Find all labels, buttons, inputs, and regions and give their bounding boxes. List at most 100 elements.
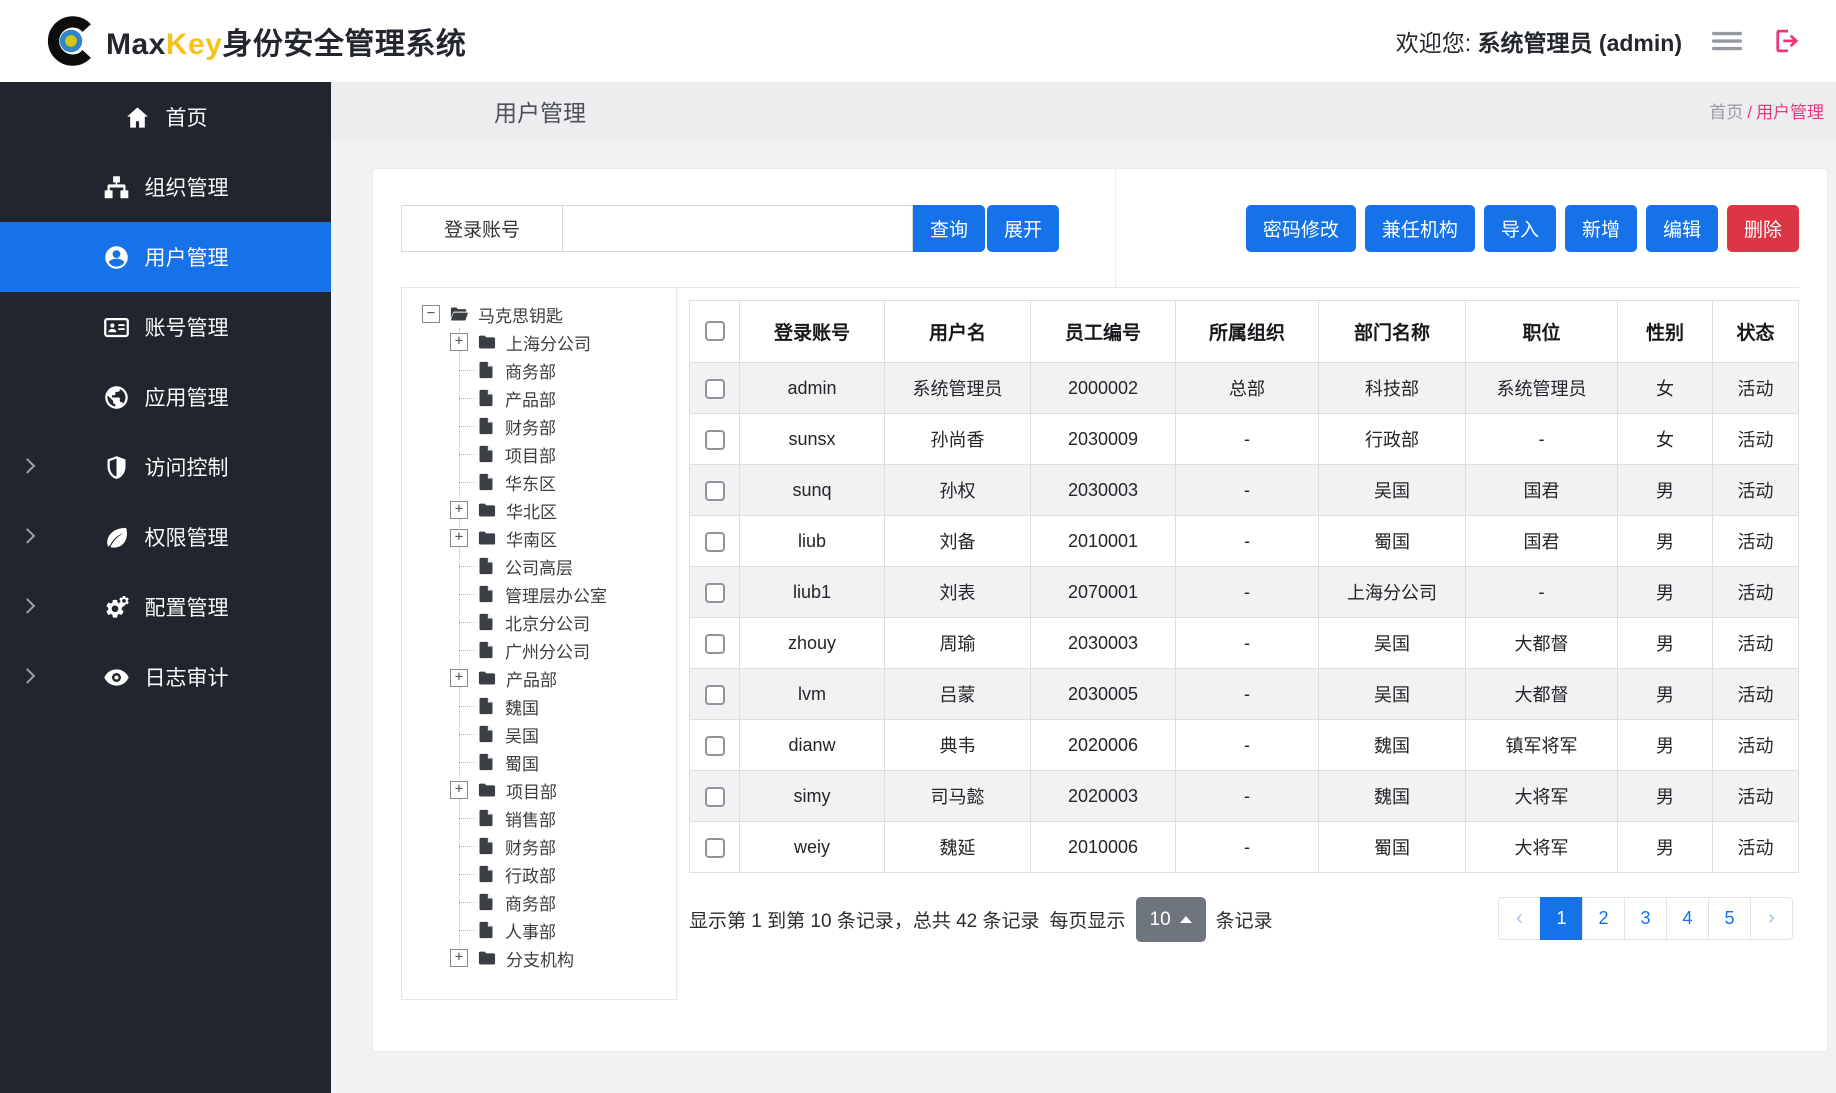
- tree-node[interactable]: 华东区: [410, 468, 668, 496]
- folder-icon: [477, 948, 497, 968]
- tree-node[interactable]: 财务部: [410, 412, 668, 440]
- sidebar-item-config[interactable]: 配置管理: [0, 572, 331, 642]
- sidebar-item-label: 账号管理: [145, 312, 229, 342]
- expand-toggle-icon[interactable]: +: [450, 501, 468, 519]
- row-select-cell: [690, 414, 740, 465]
- query-button[interactable]: 查询: [913, 205, 985, 252]
- tree-node[interactable]: 项目部: [410, 440, 668, 468]
- tree-node[interactable]: 吴国: [410, 720, 668, 748]
- row-checkbox[interactable]: [705, 685, 725, 705]
- menu-icon[interactable]: [1712, 26, 1742, 56]
- sidebar-item-label: 应用管理: [145, 382, 229, 412]
- tree-node-label: 华东区: [505, 470, 556, 495]
- row-checkbox[interactable]: [705, 430, 725, 450]
- logout-icon[interactable]: [1772, 26, 1802, 56]
- tree-node[interactable]: 产品部: [410, 384, 668, 412]
- table-cell: 2020003: [1031, 771, 1176, 822]
- pagination: ‹12345›: [1498, 897, 1793, 940]
- tree-node[interactable]: − 马克思钥匙: [410, 300, 668, 328]
- folder-icon: [477, 668, 497, 688]
- tree-node[interactable]: 行政部: [410, 860, 668, 888]
- table-cell: 2030005: [1031, 669, 1176, 720]
- row-checkbox[interactable]: [705, 634, 725, 654]
- login-account-input[interactable]: [563, 205, 913, 252]
- tree-node[interactable]: +上海分公司: [410, 328, 668, 356]
- tree-node[interactable]: 广州分公司: [410, 636, 668, 664]
- breadcrumb: 首页/用户管理: [1709, 98, 1824, 123]
- expand-toggle-icon[interactable]: +: [450, 529, 468, 547]
- row-checkbox[interactable]: [705, 736, 725, 756]
- tree-node[interactable]: 人事部: [410, 916, 668, 944]
- row-checkbox[interactable]: [705, 787, 725, 807]
- sidebar-item-home[interactable]: 首页: [0, 82, 331, 152]
- title-bar: 用户管理 首页/用户管理: [331, 82, 1836, 139]
- expand-toggle-icon[interactable]: +: [450, 669, 468, 687]
- collapse-toggle-icon[interactable]: −: [422, 305, 440, 323]
- table-head: 登录账号用户名员工编号所属组织部门名称职位性别状态: [690, 301, 1799, 363]
- row-checkbox[interactable]: [705, 532, 725, 552]
- tree-node-label: 马克思钥匙: [478, 302, 563, 327]
- home-icon: [124, 104, 151, 131]
- tree-node[interactable]: +分支机构: [410, 944, 668, 972]
- password-modify-button[interactable]: 密码修改: [1246, 205, 1356, 252]
- expand-button[interactable]: 展开: [987, 205, 1059, 252]
- expand-toggle-icon[interactable]: +: [450, 949, 468, 967]
- concurrent-org-button[interactable]: 兼任机构: [1365, 205, 1475, 252]
- tree-node[interactable]: 魏国: [410, 692, 668, 720]
- sidebar-item-label: 权限管理: [145, 522, 229, 552]
- page-button-4[interactable]: 4: [1666, 897, 1709, 940]
- tree-node[interactable]: 管理层办公室: [410, 580, 668, 608]
- prev-page-button[interactable]: ‹: [1498, 897, 1541, 940]
- file-icon: [476, 696, 496, 716]
- tree-node[interactable]: +产品部: [410, 664, 668, 692]
- select-all-checkbox[interactable]: [705, 321, 725, 341]
- row-select-cell: [690, 822, 740, 873]
- tree-node[interactable]: 北京分公司: [410, 608, 668, 636]
- table-row: lvm吕蒙2030005-吴国大都督男活动: [690, 669, 1799, 720]
- sidebar-item-access[interactable]: 访问控制: [0, 432, 331, 502]
- table-cell: -: [1466, 414, 1618, 465]
- app-title: MaxKey身份安全管理系统: [106, 19, 466, 63]
- page-size-dropdown[interactable]: 10: [1136, 897, 1206, 942]
- tree-node[interactable]: 财务部: [410, 832, 668, 860]
- tree-node-label: 商务部: [505, 890, 556, 915]
- sidebar-item-user[interactable]: 用户管理: [0, 222, 331, 292]
- sidebar-item-app[interactable]: 应用管理: [0, 362, 331, 432]
- toolbar: 密码修改兼任机构导入新增编辑删除: [1246, 205, 1799, 252]
- row-checkbox[interactable]: [705, 379, 725, 399]
- next-page-button[interactable]: ›: [1750, 897, 1793, 940]
- sidebar-item-org[interactable]: 组织管理: [0, 152, 331, 222]
- row-checkbox[interactable]: [705, 481, 725, 501]
- row-checkbox[interactable]: [705, 838, 725, 858]
- tree-node[interactable]: 商务部: [410, 888, 668, 916]
- page-button-2[interactable]: 2: [1582, 897, 1625, 940]
- tree-node[interactable]: +华南区: [410, 524, 668, 552]
- org-tree: −马克思钥匙+上海分公司商务部产品部财务部项目部华东区+华北区+华南区公司高层管…: [401, 288, 677, 1000]
- page-size-value: 10: [1150, 909, 1171, 931]
- table-cell: 男: [1618, 618, 1713, 669]
- row-checkbox[interactable]: [705, 583, 725, 603]
- sidebar-item-account[interactable]: 账号管理: [0, 292, 331, 362]
- tree-node[interactable]: +项目部: [410, 776, 668, 804]
- import-button[interactable]: 导入: [1484, 205, 1556, 252]
- row-select-cell: [690, 567, 740, 618]
- edit-button[interactable]: 编辑: [1646, 205, 1718, 252]
- sidebar-item-permission[interactable]: 权限管理: [0, 502, 331, 572]
- expand-toggle-icon[interactable]: +: [450, 333, 468, 351]
- tree-node[interactable]: 商务部: [410, 356, 668, 384]
- table-cell: -: [1176, 822, 1319, 873]
- table-cell: 2010006: [1031, 822, 1176, 873]
- page-button-5[interactable]: 5: [1708, 897, 1751, 940]
- breadcrumb-home-link[interactable]: 首页: [1709, 103, 1743, 122]
- tree-node[interactable]: 公司高层: [410, 552, 668, 580]
- create-button[interactable]: 新增: [1565, 205, 1637, 252]
- page-button-3[interactable]: 3: [1624, 897, 1667, 940]
- tree-node[interactable]: 蜀国: [410, 748, 668, 776]
- expand-toggle-icon[interactable]: +: [450, 781, 468, 799]
- row-select-cell: [690, 771, 740, 822]
- tree-node[interactable]: +华北区: [410, 496, 668, 524]
- sidebar-item-audit[interactable]: 日志审计: [0, 642, 331, 712]
- delete-button[interactable]: 删除: [1727, 205, 1799, 252]
- tree-node[interactable]: 销售部: [410, 804, 668, 832]
- page-button-1[interactable]: 1: [1540, 897, 1583, 940]
